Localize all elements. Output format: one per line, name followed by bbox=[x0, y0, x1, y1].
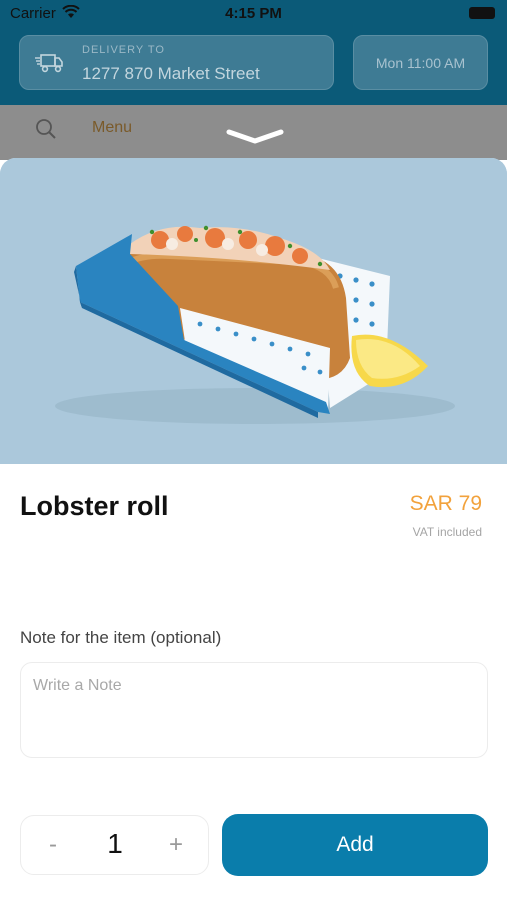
chevron-down-icon[interactable] bbox=[225, 127, 285, 145]
search-icon[interactable] bbox=[34, 117, 58, 141]
delivery-label: DELIVERY TO bbox=[82, 44, 165, 56]
note-label: Note for the item (optional) bbox=[20, 628, 222, 647]
delivery-time-selector[interactable]: Mon 11:00 AM bbox=[353, 35, 488, 90]
item-price: SAR 79 bbox=[409, 492, 482, 515]
header: Carrier 4:15 PM DELIVERY TO 1277 870 Mar… bbox=[0, 0, 507, 105]
menu-tab[interactable]: Menu bbox=[92, 119, 132, 137]
battery-icon bbox=[469, 7, 495, 19]
item-name: Lobster roll bbox=[20, 491, 169, 521]
clock: 4:15 PM bbox=[225, 5, 282, 22]
decrease-quantity-button[interactable]: - bbox=[39, 830, 67, 860]
item-image bbox=[0, 158, 507, 464]
item-detail-sheet: Lobster roll SAR 79 VAT included Note fo… bbox=[0, 158, 507, 900]
quantity-value: 1 bbox=[107, 828, 123, 859]
add-to-cart-button[interactable]: Add bbox=[222, 814, 488, 876]
delivery-truck-icon bbox=[35, 54, 63, 73]
delivery-address: 1277 870 Market Street bbox=[82, 64, 260, 83]
quantity-stepper: - 1 + bbox=[20, 815, 209, 875]
status-bar: Carrier 4:15 PM bbox=[0, 0, 507, 30]
note-input[interactable] bbox=[20, 662, 488, 758]
lobster-roll-illustration bbox=[0, 158, 507, 464]
delivery-address-selector[interactable]: DELIVERY TO 1277 870 Market Street bbox=[19, 35, 334, 90]
increase-quantity-button[interactable]: + bbox=[162, 830, 190, 860]
vat-note: VAT included bbox=[412, 525, 482, 539]
